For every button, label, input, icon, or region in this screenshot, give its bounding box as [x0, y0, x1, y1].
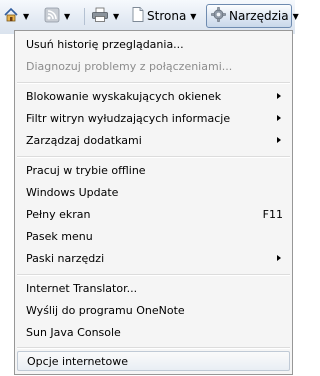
menu-item-label: Zarządzaj dodatkami — [26, 133, 142, 147]
menu-item-phishing-filter[interactable]: Filtr witryn wyłudzających informacje — [17, 108, 290, 128]
printer-icon — [91, 7, 109, 26]
rss-feed-icon — [44, 7, 60, 26]
tools-dropdown-menu: Usuń historię przeglądania... Diagnozuj … — [14, 30, 293, 375]
submenu-arrow-icon — [277, 115, 281, 121]
submenu-arrow-icon — [277, 255, 281, 261]
menu-item-label: Filtr witryn wyłudzających informacje — [26, 111, 231, 125]
menu-item-full-screen[interactable]: Pełny ekran F11 — [17, 204, 290, 224]
menu-item-work-offline[interactable]: Pracuj w trybie offline — [17, 160, 290, 180]
tools-menu-label: Narzędzia — [229, 9, 289, 23]
submenu-arrow-icon — [277, 137, 281, 143]
menu-item-label: Paski narzędzi — [26, 251, 105, 265]
menu-item-label: Pasek menu — [26, 229, 93, 243]
menu-item-label: Pracuj w trybie offline — [26, 163, 146, 177]
menu-item-diagnose-connection-problems: Diagnozuj problemy z połączeniami... — [17, 56, 290, 76]
print-button[interactable]: ▼ — [91, 5, 127, 27]
menu-separator — [17, 156, 290, 158]
menu-item-label: Opcje internetowe — [27, 354, 128, 368]
gear-icon — [211, 7, 226, 25]
menu-item-label: Diagnozuj problemy z połączeniami... — [26, 59, 233, 73]
submenu-arrow-icon — [277, 93, 281, 99]
menu-item-internet-options[interactable]: Opcje internetowe — [17, 351, 290, 371]
menu-item-label: Internet Translator... — [26, 281, 138, 295]
menu-item-sun-java-console[interactable]: Sun Java Console — [17, 322, 290, 342]
menu-item-delete-browsing-history[interactable]: Usuń historię przeglądania... — [17, 34, 290, 54]
command-bar: ▼ ▼ ▼ Strona ▼ Narzędzia ▼ — [0, 0, 299, 34]
menu-item-toolbars[interactable]: Paski narzędzi — [17, 248, 290, 268]
menu-separator — [17, 82, 290, 84]
menu-item-menu-bar[interactable]: Pasek menu — [17, 226, 290, 246]
menu-item-label: Wyślij do programu OneNote — [26, 303, 185, 317]
menu-item-internet-translator[interactable]: Internet Translator... — [17, 278, 290, 298]
menu-item-label: Blokowanie wyskakujących okienek — [26, 89, 222, 103]
toolbar-separator — [84, 8, 85, 25]
page-menu-label: Strona — [147, 9, 187, 23]
menu-item-label: Sun Java Console — [26, 325, 121, 339]
home-dropdown-chevron-icon[interactable]: ▼ — [23, 12, 29, 21]
menu-separator — [17, 347, 290, 349]
menu-item-send-to-onenote[interactable]: Wyślij do programu OneNote — [17, 300, 290, 320]
menu-item-windows-update[interactable]: Windows Update — [17, 182, 290, 202]
menu-item-label: Windows Update — [26, 185, 119, 199]
page-icon — [132, 7, 144, 25]
print-dropdown-chevron-icon[interactable]: ▼ — [113, 12, 119, 21]
menu-item-shortcut: F11 — [262, 207, 283, 221]
home-icon — [3, 7, 19, 26]
menu-item-label: Pełny ekran — [26, 207, 91, 221]
menu-separator — [17, 274, 290, 276]
chevron-down-icon: ▼ — [292, 11, 299, 21]
feeds-button[interactable]: ▼ — [44, 5, 78, 27]
menu-item-popup-blocker[interactable]: Blokowanie wyskakujących okienek — [17, 86, 290, 106]
tools-menu-button[interactable]: Narzędzia ▼ — [206, 4, 299, 28]
chevron-down-icon: ▼ — [190, 11, 197, 21]
menu-item-label: Usuń historię przeglądania... — [26, 37, 184, 51]
home-button[interactable]: ▼ — [3, 5, 39, 27]
feeds-dropdown-chevron-icon[interactable]: ▼ — [64, 12, 70, 21]
page-menu-button[interactable]: Strona ▼ — [132, 5, 206, 27]
menu-item-manage-add-ons[interactable]: Zarządzaj dodatkami — [17, 130, 290, 150]
